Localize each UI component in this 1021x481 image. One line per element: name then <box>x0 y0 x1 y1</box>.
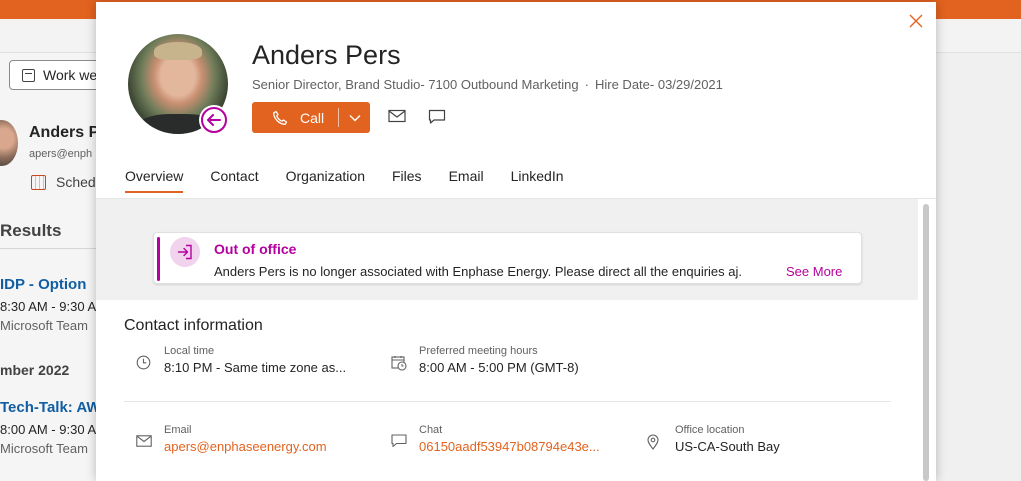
contact-divider <box>124 401 891 402</box>
close-icon[interactable] <box>906 12 926 32</box>
office-location-value: US-CA-South Bay <box>675 439 780 454</box>
email-label: Email <box>164 424 192 436</box>
meeting-hours-value: 8:00 AM - 5:00 PM (GMT-8) <box>419 360 579 375</box>
tab-contact[interactable]: Contact <box>210 168 258 193</box>
event-time: 8:00 AM - 9:30 A <box>0 422 97 437</box>
calendar-icon <box>31 174 46 190</box>
profile-name: Anders Pers <box>252 40 401 70</box>
chat-icon <box>391 434 409 454</box>
mail-icon <box>136 434 154 454</box>
profile-tabs: Overview Contact Organization Files Emai… <box>125 168 591 193</box>
out-of-office-message: Anders Pers is no longer associated with… <box>214 264 742 279</box>
office-location-label: Office location <box>675 424 745 436</box>
results-heading: Results <box>0 221 62 240</box>
results-divider <box>0 248 96 249</box>
bg-person-name[interactable]: Anders P <box>29 124 99 142</box>
chat-field: Chat 06150aadf53947b08794e43e... <box>391 424 600 454</box>
email-field: Email apers@enphaseenergy.com <box>136 424 327 454</box>
out-of-office-title: Out of office <box>214 241 297 257</box>
calendar-view-icon <box>22 68 35 82</box>
profile-card: Anders Pers Senior Director, Brand Studi… <box>96 2 936 481</box>
email-link[interactable]: apers@enphaseenergy.com <box>164 439 327 454</box>
bg-schedule-link[interactable]: Schedu <box>31 174 103 190</box>
calendar-clock-icon <box>391 355 409 376</box>
profile-subtitle: Senior Director, Brand Studio- 7100 Outb… <box>252 77 723 92</box>
app-right-area <box>936 53 1021 481</box>
local-time-field: Local time 8:10 PM - Same time zone as..… <box>136 345 346 375</box>
call-label: Call <box>300 109 325 126</box>
tab-linkedin[interactable]: LinkedIn <box>511 168 564 193</box>
tab-overview[interactable]: Overview <box>125 168 184 193</box>
subtitle-separator: · <box>584 77 589 92</box>
event-title[interactable]: Tech-Talk: AW <box>0 399 101 416</box>
out-of-office-icon <box>170 237 200 267</box>
call-button[interactable]: Call <box>252 102 370 133</box>
mail-icon[interactable] <box>388 109 406 125</box>
chat-label: Chat <box>419 424 443 436</box>
event-time: 8:30 AM - 9:30 A <box>0 299 97 314</box>
presence-badge <box>199 105 229 135</box>
phone-icon <box>273 110 288 125</box>
photo-hair <box>154 42 202 60</box>
scrollbar[interactable] <box>923 204 929 481</box>
month-heading: mber 2022 <box>0 362 70 378</box>
tab-organization[interactable]: Organization <box>286 168 365 193</box>
tab-email[interactable]: Email <box>449 168 484 193</box>
event-source: Microsoft Team <box>0 441 88 456</box>
chevron-down-icon <box>349 114 360 121</box>
tab-files[interactable]: Files <box>392 168 422 193</box>
see-more-link[interactable]: See More <box>786 264 842 279</box>
chat-icon[interactable] <box>428 109 446 125</box>
event-title[interactable]: IDP - Option <box>0 276 86 293</box>
out-of-office-banner: Out of office Anders Pers is no longer a… <box>153 232 862 284</box>
office-location-field: Office location US-CA-South Bay <box>647 424 780 455</box>
bg-person-email: apers@enph <box>29 148 93 160</box>
hire-date: Hire Date- 03/29/2021 <box>594 77 723 92</box>
out-of-office-presence-icon <box>201 107 227 133</box>
contact-information-heading: Contact information <box>124 317 263 334</box>
clock-icon <box>136 355 154 375</box>
banner-accent-bar <box>157 237 160 281</box>
local-time-label: Local time <box>164 345 215 357</box>
job-title: Senior Director, Brand Studio- 7100 Outb… <box>252 77 579 92</box>
location-icon <box>647 434 665 455</box>
local-time-value: 8:10 PM - Same time zone as... <box>164 360 347 375</box>
call-options-dropdown[interactable] <box>339 102 370 133</box>
meeting-hours-field: Preferred meeting hours 8:00 AM - 5:00 P… <box>391 345 579 376</box>
call-main[interactable]: Call <box>252 102 338 133</box>
meeting-hours-label: Preferred meeting hours <box>419 345 538 357</box>
view-selector-label: Work we <box>43 67 98 83</box>
chat-link[interactable]: 06150aadf53947b08794e43e... <box>419 439 600 454</box>
event-source: Microsoft Team <box>0 318 88 333</box>
